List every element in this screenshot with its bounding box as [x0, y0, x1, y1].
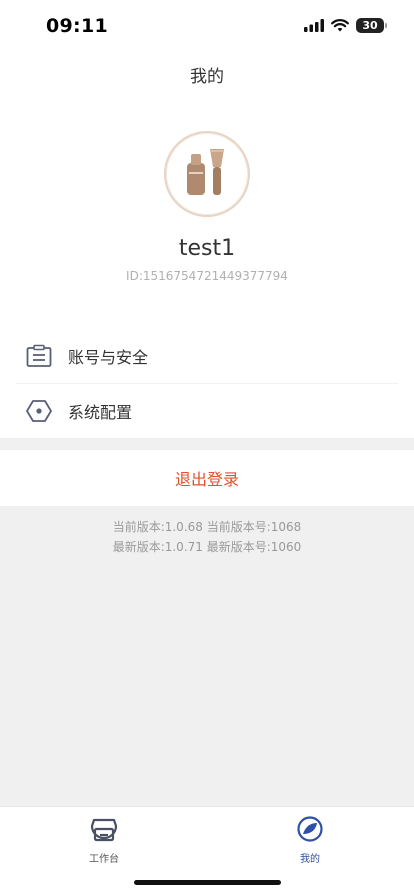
battery-icon: 30	[356, 18, 387, 33]
menu-item-system-config[interactable]: 系统配置	[0, 384, 414, 438]
wifi-icon	[331, 19, 349, 32]
logout-button[interactable]: 退出登录	[0, 450, 414, 506]
tab-workbench[interactable]: 工作台	[64, 815, 144, 865]
hexagon-settings-icon	[26, 398, 52, 424]
profile-screen: 09:11 30 我的 test1 ID:1516754721449377794…	[0, 0, 414, 896]
latest-version: 最新版本:1.0.71 最新版本号:1060	[112, 540, 302, 554]
makeup-brush-logo-icon	[187, 149, 224, 195]
battery-level: 30	[362, 19, 378, 32]
username: test1	[178, 236, 236, 261]
status-icons: 30	[304, 18, 387, 33]
avatar[interactable]	[164, 131, 250, 217]
page-title: 我的	[190, 67, 224, 87]
profile-icon	[297, 816, 323, 842]
user-id: ID:1516754721449377794	[126, 269, 288, 283]
menu-item-label: 系统配置	[68, 403, 133, 422]
store-icon	[90, 818, 118, 842]
tab-label: 工作台	[89, 854, 119, 865]
status-bar: 09:11 30	[0, 0, 414, 54]
menu-item-label: 账号与安全	[68, 348, 149, 367]
status-time: 09:11	[46, 15, 108, 37]
current-version: 当前版本:1.0.68 当前版本号:1068	[112, 520, 302, 534]
home-indicator	[134, 880, 281, 885]
tab-label: 我的	[300, 854, 320, 865]
tab-mine[interactable]: 我的	[270, 815, 350, 865]
menu-item-account-security[interactable]: 账号与安全	[0, 329, 414, 383]
signal-icon	[304, 19, 324, 32]
id-card-icon	[26, 343, 52, 369]
